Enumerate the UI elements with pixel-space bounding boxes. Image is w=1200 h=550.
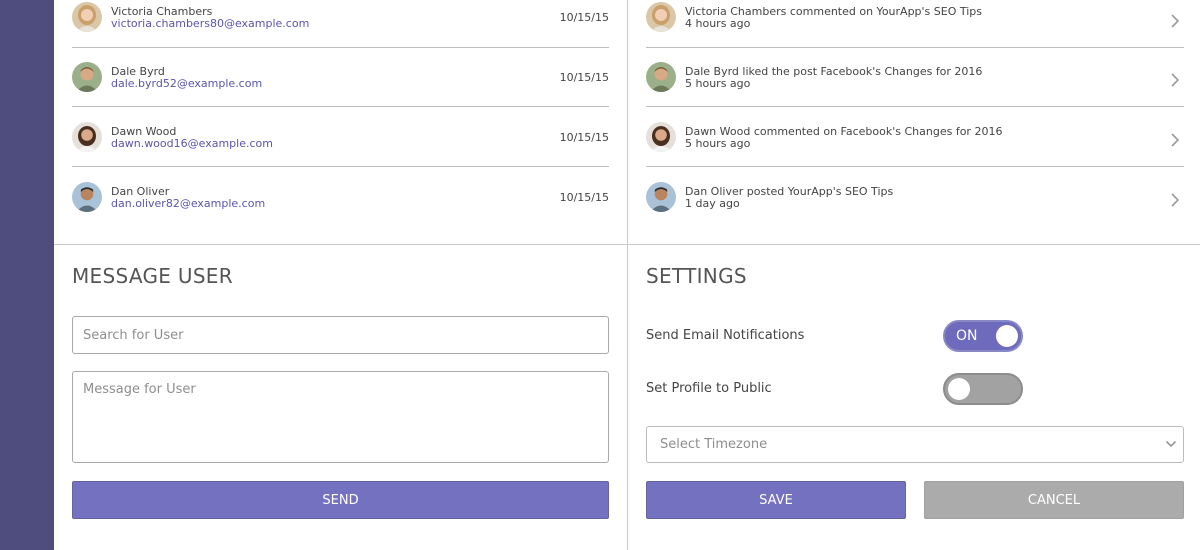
chevron-right-icon[interactable]: [1166, 71, 1184, 89]
member-row: Dan Oliver dan.oliver82@example.com 10/1…: [72, 167, 609, 227]
avatar-dan: [646, 182, 676, 212]
member-row: Dawn Wood dawn.wood16@example.com 10/15/…: [72, 107, 609, 167]
recent-activity-list: Victoria Chambers commented on YourApp's…: [646, 0, 1184, 227]
chevron-down-icon: [1165, 440, 1177, 448]
search-user-input[interactable]: [72, 316, 609, 354]
new-members-list: Victoria Chambers victoria.chambers80@ex…: [72, 0, 609, 227]
avatar-dale: [646, 62, 676, 92]
horizontal-divider: [54, 244, 1200, 245]
public-profile-toggle[interactable]: [943, 373, 1023, 405]
timezone-select[interactable]: Select Timezone: [646, 426, 1184, 463]
chevron-right-icon[interactable]: [1166, 131, 1184, 149]
activity-row[interactable]: Dawn Wood commented on Facebook's Change…: [646, 107, 1184, 167]
avatar-dawn: [72, 122, 102, 152]
activity-time: 4 hours ago: [685, 17, 751, 30]
timezone-select-value: Select Timezone: [660, 437, 768, 452]
send-button[interactable]: SEND: [72, 481, 609, 519]
activity-row[interactable]: Victoria Chambers commented on YourApp's…: [646, 0, 1184, 48]
activity-time: 5 hours ago: [685, 77, 751, 90]
activity-row[interactable]: Dale Byrd liked the post Facebook's Chan…: [646, 48, 1184, 107]
chevron-right-icon[interactable]: [1166, 191, 1184, 209]
toggle-knob: [948, 378, 970, 400]
email-notifications-label: Send Email Notifications: [646, 328, 805, 343]
member-email-link[interactable]: dawn.wood16@example.com: [111, 137, 273, 150]
member-email-link[interactable]: dan.oliver82@example.com: [111, 197, 265, 210]
member-date: 10/15/15: [559, 191, 609, 204]
member-email-link[interactable]: victoria.chambers80@example.com: [111, 17, 309, 30]
member-email-link[interactable]: dale.byrd52@example.com: [111, 77, 262, 90]
activity-time: 5 hours ago: [685, 137, 751, 150]
member-row: Dale Byrd dale.byrd52@example.com 10/15/…: [72, 48, 609, 107]
member-date: 10/15/15: [559, 11, 609, 24]
public-profile-label: Set Profile to Public: [646, 381, 772, 396]
email-notifications-toggle[interactable]: ON: [943, 320, 1023, 352]
member-date: 10/15/15: [559, 71, 609, 84]
message-textarea[interactable]: [72, 371, 609, 463]
toggle-state-text: ON: [956, 328, 978, 344]
cancel-button[interactable]: CANCEL: [924, 481, 1184, 519]
avatar-dan: [72, 182, 102, 212]
avatar-dawn: [646, 122, 676, 152]
avatar-victoria: [646, 2, 676, 32]
sidebar: [0, 0, 54, 550]
activity-time: 1 day ago: [685, 197, 740, 210]
member-row: Victoria Chambers victoria.chambers80@ex…: [72, 0, 609, 48]
vertical-divider: [627, 0, 628, 550]
chevron-right-icon[interactable]: [1166, 12, 1184, 30]
save-button[interactable]: SAVE: [646, 481, 906, 519]
member-date: 10/15/15: [559, 131, 609, 144]
toggle-knob: [996, 325, 1018, 347]
settings-title: SETTINGS: [646, 264, 747, 288]
message-user-title: MESSAGE USER: [72, 264, 233, 288]
activity-row[interactable]: Dan Oliver posted YourApp's SEO Tips 1 d…: [646, 167, 1184, 227]
avatar-victoria: [72, 2, 102, 32]
avatar-dale: [72, 62, 102, 92]
